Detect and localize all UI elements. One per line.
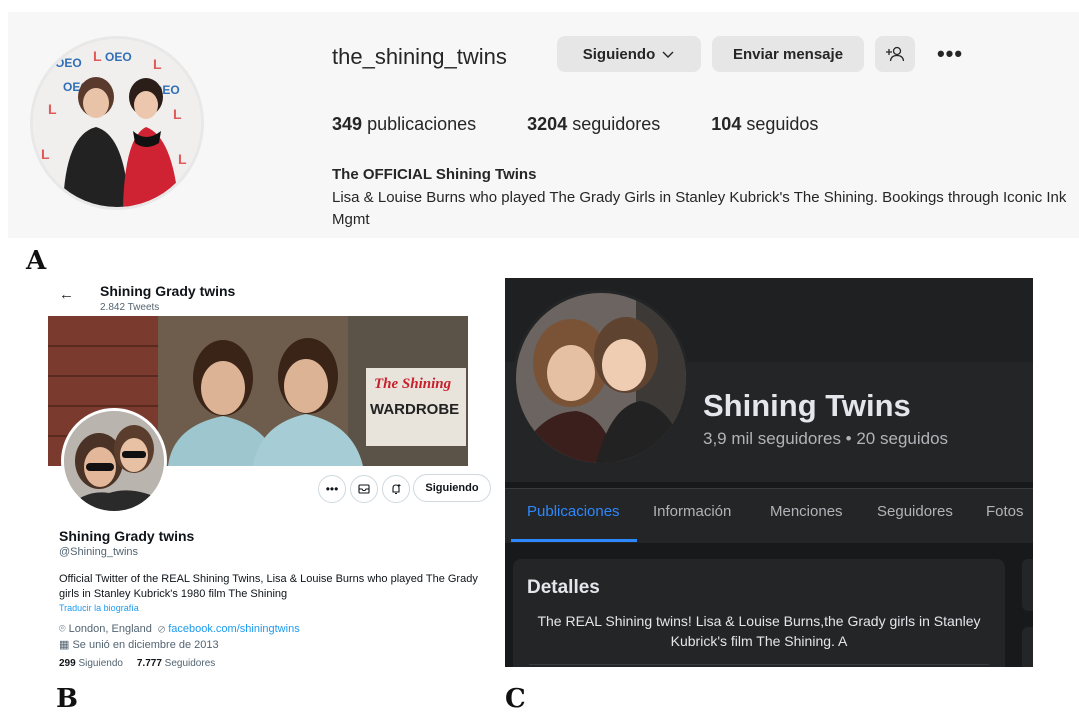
facebook-details-card: Detalles The REAL Shining twins! Lisa & … — [513, 559, 1005, 667]
more-options-icon: ••• — [325, 482, 339, 496]
details-text: The REAL Shining twins! Lisa & Louise Bu… — [537, 613, 981, 649]
facebook-avatar-photo — [516, 293, 686, 463]
facebook-page-name: Shining Twins — [703, 388, 911, 423]
twitter-following-label: Siguiendo — [78, 658, 123, 669]
twitter-location-row: ⌾ London, England ⊘ facebook.com/shining… — [59, 623, 300, 636]
twitter-following-button[interactable]: Siguiendo — [413, 474, 491, 502]
svg-text:L: L — [153, 56, 162, 72]
svg-text:OEO: OEO — [55, 56, 82, 70]
facebook-side-card — [1022, 559, 1033, 611]
instagram-following-label: Siguiendo — [582, 45, 656, 63]
twitter-translate-bio-link[interactable]: Traducir la biografía — [59, 603, 139, 613]
instagram-posts-count: 349 — [332, 114, 363, 134]
twitter-bio: Official Twitter of the REAL Shining Twi… — [59, 573, 478, 600]
twitter-following-stat[interactable]: 299 Siguiendo — [59, 658, 123, 669]
instagram-posts-label: publicaciones — [367, 114, 477, 134]
facebook-tab-bar: Publicaciones Información Menciones Segu… — [505, 488, 1033, 543]
chevron-down-icon — [662, 51, 674, 58]
details-divider — [529, 664, 989, 665]
tab-followers[interactable]: Seguidores — [877, 503, 953, 520]
instagram-posts-stat[interactable]: 349 publicaciones — [332, 114, 476, 134]
svg-text:L: L — [178, 151, 187, 167]
twitter-followers-stat[interactable]: 7.777 Seguidores — [137, 658, 215, 669]
svg-text:L: L — [173, 106, 182, 122]
instagram-following-button[interactable]: Siguiendo — [557, 36, 701, 72]
panel-label-c: C — [505, 684, 526, 714]
twitter-message-button[interactable] — [350, 475, 378, 503]
twitter-joined-row: ▦ Se unió en diciembre de 2013 — [59, 638, 219, 651]
more-options-icon[interactable]: ••• — [930, 40, 970, 68]
twitter-followers-count: 7.777 — [136, 658, 162, 669]
banner-sign-title: The Shining — [374, 376, 452, 392]
back-arrow-icon[interactable]: ← — [59, 286, 74, 303]
instagram-profile-panel: LLL LLLL OEO OEO OEO OEO the_shining_twins … — [8, 12, 1079, 238]
panel-label-b: B — [56, 684, 78, 714]
mail-icon — [358, 484, 370, 494]
twitter-avatar[interactable] — [61, 408, 167, 514]
twitter-following-count: 299 — [59, 658, 76, 669]
facebook-follower-stats[interactable]: 3,9 mil seguidores • 20 seguidos — [703, 429, 948, 449]
facebook-avatar[interactable] — [513, 290, 689, 466]
tab-mentions[interactable]: Menciones — [770, 503, 843, 520]
bell-plus-icon — [392, 484, 401, 495]
instagram-following-count: 104 — [711, 114, 742, 134]
twitter-profile-panel: ← Shining Grady twins 2.842 Tweets The S… — [48, 278, 498, 680]
banner-sign-wardrobe: WARDROBE — [370, 401, 459, 418]
twitter-joined-date: Se unió en diciembre de 2013 — [72, 639, 219, 651]
instagram-followers-label: seguidores — [572, 114, 661, 134]
twitter-location: London, England — [68, 623, 152, 635]
add-user-icon — [886, 46, 905, 62]
svg-text:L: L — [93, 48, 102, 64]
tab-posts[interactable]: Publicaciones — [527, 503, 620, 520]
panel-label-a: A — [26, 246, 47, 276]
instagram-following-stat-label: seguidos — [746, 114, 819, 134]
details-title: Detalles — [527, 577, 600, 598]
calendar-icon: ▦ — [59, 639, 70, 651]
instagram-following-stat[interactable]: 104 seguidos — [711, 114, 818, 134]
twitter-notifications-button[interactable] — [382, 475, 410, 503]
instagram-add-user-button[interactable] — [875, 36, 915, 72]
svg-text:L: L — [43, 54, 52, 70]
twitter-followers-label: Seguidores — [164, 658, 216, 669]
twitter-header-name: Shining Grady twins — [100, 283, 236, 299]
twitter-profile-name: Shining Grady twins — [59, 528, 195, 544]
twitter-avatar-photo — [64, 411, 164, 511]
twitter-more-options-button[interactable]: ••• — [318, 475, 346, 503]
active-tab-indicator — [511, 539, 637, 542]
instagram-avatar[interactable]: LLL LLLL OEO OEO OEO OEO — [30, 36, 204, 210]
link-icon: ⊘ — [157, 623, 166, 635]
tab-photos[interactable]: Fotos — [986, 503, 1024, 520]
tab-information[interactable]: Información — [653, 503, 731, 520]
facebook-side-card-2 — [1022, 627, 1033, 667]
location-pin-icon: ⌾ — [59, 623, 66, 635]
instagram-bio: Lisa & Louise Burns who played The Grady… — [332, 189, 1067, 228]
twitter-handle: @Shining_twins — [59, 546, 139, 558]
instagram-followers-stat[interactable]: 3204 seguidores — [527, 114, 660, 134]
svg-text:L: L — [41, 146, 50, 162]
twitter-tweet-count: 2.842 Tweets — [100, 302, 160, 313]
facebook-profile-panel: Shining Twins 3,9 mil seguidores • 20 se… — [505, 278, 1033, 667]
twitter-website-link[interactable]: facebook.com/shiningtwins — [168, 623, 299, 635]
instagram-full-name: The OFFICIAL Shining Twins — [332, 166, 537, 183]
instagram-message-button[interactable]: Enviar mensaje — [712, 36, 864, 72]
svg-text:OEO: OEO — [105, 50, 132, 64]
instagram-followers-count: 3204 — [527, 114, 568, 134]
instagram-username: the_shining_twins — [332, 44, 507, 69]
instagram-stats: 349 publicaciones 3204 seguidores 104 se… — [332, 114, 864, 135]
svg-text:L: L — [48, 101, 57, 117]
twitter-follow-counts: 299 Siguiendo 7.777 Seguidores — [59, 658, 215, 669]
instagram-avatar-image: LLL L LL L OEO OEOOEO OEO — [33, 39, 201, 207]
